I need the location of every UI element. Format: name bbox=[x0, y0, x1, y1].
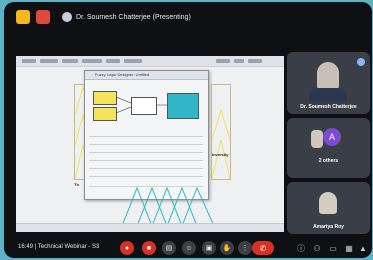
slide-text-right: Inversity bbox=[212, 152, 229, 157]
meeting-separator: | bbox=[34, 244, 37, 250]
present-icon[interactable]: ▣ bbox=[202, 241, 216, 255]
meeting-info: 16:49 | Technical Webinar - S3 bbox=[18, 244, 99, 250]
camera-off-icon[interactable]: ■ bbox=[142, 241, 156, 255]
participant-video bbox=[317, 62, 339, 90]
participant-video bbox=[319, 192, 337, 214]
activities-icon[interactable]: ▦ bbox=[344, 243, 354, 253]
bottom-membership-chart bbox=[121, 186, 215, 227]
output-membership-plot bbox=[211, 84, 231, 180]
screen-bezel: Dr. Soumesh Chatterjee (Presenting) Th F… bbox=[4, 2, 372, 258]
meeting-controls: 16:49 | Technical Webinar - S3 ● ■ ▤ ☺ ▣… bbox=[4, 238, 372, 258]
top-bar: Dr. Soumesh Chatterjee (Presenting) bbox=[4, 2, 372, 30]
participant-name-2: 2 others bbox=[318, 158, 339, 164]
presenter-label: Dr. Soumesh Chatterjee (Presenting) bbox=[76, 13, 191, 21]
phone-hangup-icon[interactable]: ✆ bbox=[252, 241, 274, 255]
raise-hand-icon[interactable]: ✋ bbox=[220, 241, 234, 255]
fuzzy-designer-dialog[interactable]: Fuzzy Logic Designer: Untitled bbox=[84, 70, 209, 200]
participant-tile-2[interactable]: A 2 others bbox=[287, 118, 370, 178]
meeting-title: Technical Webinar - S3 bbox=[37, 244, 100, 250]
presenter-indicator[interactable]: Dr. Soumesh Chatterjee (Presenting) bbox=[62, 11, 191, 23]
shared-taskbar bbox=[16, 223, 284, 232]
avatar-letter: A bbox=[328, 132, 335, 142]
participant-tile-1[interactable]: Dr. Soumesh Chatterjee bbox=[287, 52, 370, 114]
participant-body bbox=[309, 88, 347, 102]
participant-thumb bbox=[311, 130, 323, 148]
presentation-icon bbox=[62, 12, 72, 22]
people-icon[interactable]: ⚇ bbox=[312, 243, 322, 253]
app-icon-yellow[interactable] bbox=[16, 10, 30, 24]
slide-text-left: Th bbox=[74, 182, 79, 187]
participant-name-1: Dr. Soumesh Chatterjee bbox=[300, 104, 357, 110]
avatar: A bbox=[323, 128, 341, 146]
pin-icon[interactable] bbox=[357, 58, 365, 66]
block-connectors bbox=[115, 96, 167, 114]
captions-icon[interactable]: ▤ bbox=[162, 241, 176, 255]
shared-screen: Th Fuzzy Logic Designer: Untitled Invers… bbox=[16, 56, 284, 232]
more-options-icon[interactable]: ⋮ bbox=[238, 241, 252, 255]
share-toolbar bbox=[16, 56, 284, 67]
mic-off-icon[interactable]: ● bbox=[120, 241, 134, 255]
meeting-time: 16:49 bbox=[18, 244, 34, 250]
info-icon[interactable]: ⓘ bbox=[296, 243, 306, 253]
app-icon-red[interactable] bbox=[36, 10, 50, 24]
chat-icon[interactable]: ▭ bbox=[328, 243, 338, 253]
participant-tile-3[interactable]: Amartya Roy bbox=[287, 182, 370, 234]
participant-name-3: Amartya Roy bbox=[313, 224, 344, 230]
emoji-icon[interactable]: ☺ bbox=[182, 241, 196, 255]
lock-icon[interactable]: ▲ bbox=[358, 243, 368, 253]
